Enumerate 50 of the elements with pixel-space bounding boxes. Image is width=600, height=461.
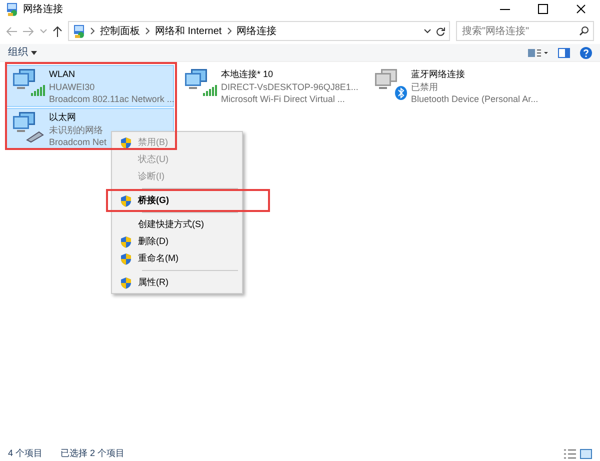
device-name: Broadcom 802.11ac Network ... <box>49 93 174 106</box>
menu-item[interactable]: 创建快捷方式(S) <box>114 216 240 233</box>
connection-status: DIRECT-VsDESKTOP-96QJ8E1... <box>221 80 358 93</box>
search-field[interactable]: 搜索"网络连接" <box>456 21 594 41</box>
close-icon <box>576 4 586 14</box>
connection-name: 以太网 <box>49 111 77 124</box>
menu-item[interactable]: 属性(R) <box>114 274 240 291</box>
up-icon <box>53 26 62 36</box>
app-icon <box>6 2 18 16</box>
refresh-icon[interactable] <box>436 26 445 36</box>
address-bar[interactable]: 控制面板 网络和 Internet 网络连接 <box>68 21 450 41</box>
caret-icon <box>31 50 37 54</box>
item-count: 4 个项目 <box>8 447 43 460</box>
chevron-icon <box>226 27 232 35</box>
help-icon[interactable] <box>580 46 592 58</box>
details-view-icon[interactable] <box>564 449 576 459</box>
connection-name: 蓝牙网络连接 <box>411 68 466 80</box>
network-connection[interactable]: 蓝牙网络连接 已禁用 Bluetooth Device (Personal Ar... <box>368 65 568 107</box>
control-panel-icon <box>73 24 85 38</box>
chevron-icon <box>90 27 95 35</box>
network-connection[interactable]: 本地连接* 10 DIRECT-VsDESKTOP-96QJ8E1... Microsoft Wi-Fi Direct Virtual ... <box>178 65 364 107</box>
connection-status: 未识别的网络 <box>49 124 104 136</box>
recent-icon <box>40 28 47 34</box>
breadcrumb[interactable]: 网络连接 <box>236 24 277 38</box>
menu-item[interactable]: 删除(D) <box>114 233 240 250</box>
preview-pane-icon[interactable] <box>558 48 570 58</box>
up-button[interactable] <box>53 26 62 36</box>
device-name: Broadcom Net <box>49 136 107 148</box>
dropdown-icon[interactable] <box>424 28 431 34</box>
network-connection[interactable]: WLAN HUAWEI30 Broadcom 802.11ac Network ... <box>6 65 174 107</box>
connection-status: HUAWEI30 <box>49 80 96 93</box>
organize-menu[interactable]: 组织 <box>8 45 37 60</box>
breadcrumb[interactable]: 控制面板 <box>100 24 140 38</box>
connection-name: WLAN <box>49 68 76 80</box>
maximize-icon <box>538 4 548 14</box>
window-title: 网络连接 <box>23 2 63 16</box>
device-name: Microsoft Wi-Fi Direct Virtual ... <box>221 93 346 106</box>
device-name: Bluetooth Device (Personal Ar... <box>411 93 538 106</box>
connection-status: 已禁用 <box>411 80 439 93</box>
chevron-icon <box>145 27 150 35</box>
back-icon <box>6 26 17 36</box>
large-icons-view-icon[interactable] <box>580 449 592 459</box>
view-options-icon[interactable] <box>528 48 548 58</box>
forward-icon <box>23 26 34 36</box>
selection-count: 已选择 2 个项目 <box>60 447 125 460</box>
search-icon[interactable] <box>579 26 589 36</box>
connection-name: 本地连接* 10 <box>221 68 274 80</box>
breadcrumb[interactable]: 网络和 Internet <box>155 24 222 38</box>
menu-item[interactable]: 重命名(M) <box>114 250 240 267</box>
menu-item[interactable]: 桥接(G) <box>114 192 240 209</box>
